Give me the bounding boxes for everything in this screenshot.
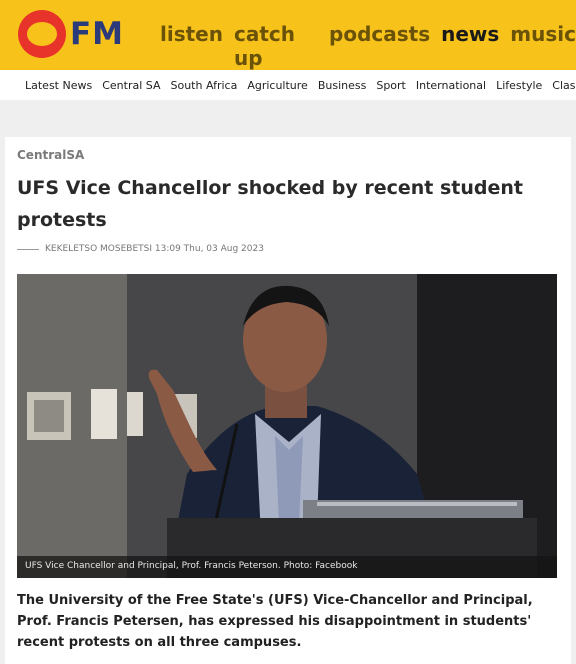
photo-caption-bar: UFS Vice Chancellor and Principal, Prof.…	[17, 556, 557, 578]
subnav-sport[interactable]: Sport	[376, 79, 406, 92]
nav-podcasts[interactable]: podcasts	[329, 22, 430, 70]
logo-o-mark	[18, 10, 66, 58]
subnav-central-sa[interactable]: Central SA	[102, 79, 160, 92]
nav-music[interactable]: music	[510, 22, 576, 70]
ofm-logo[interactable]: FM	[18, 8, 124, 60]
main-nav: listen catch up podcasts news music	[160, 22, 576, 70]
subnav-international[interactable]: International	[416, 79, 486, 92]
subnav-latest-news[interactable]: Latest News	[25, 79, 92, 92]
byline-rule	[17, 248, 39, 250]
byline-text: KEKELETSO MOSEBETSI 13:09 Thu, 03 Aug 20…	[45, 244, 264, 254]
nav-catch-up[interactable]: catch up	[234, 22, 318, 70]
subnav-lifestyle[interactable]: Lifestyle	[496, 79, 542, 92]
article-category[interactable]: CentralSA	[17, 148, 84, 162]
article-headline: UFS Vice Chancellor shocked by recent st…	[17, 177, 524, 231]
subnav-business[interactable]: Business	[318, 79, 367, 92]
photo-illustration	[17, 274, 557, 578]
article-byline: KEKELETSO MOSEBETSI 13:09 Thu, 03 Aug 20…	[17, 244, 264, 254]
nav-listen[interactable]: listen	[160, 22, 223, 70]
logo-text: FM	[70, 16, 125, 52]
subnav-south-africa[interactable]: South Africa	[170, 79, 237, 92]
subnav-agriculture[interactable]: Agriculture	[247, 79, 308, 92]
nav-news[interactable]: news	[441, 22, 499, 70]
subnav-classifieds[interactable]: Classifieds	[552, 79, 576, 92]
sub-nav: Latest News Central SA South Africa Agri…	[0, 70, 576, 100]
header-bar: FM listen catch up podcasts news music	[0, 0, 576, 70]
article-lead: The University of the Free State's (UFS)…	[17, 593, 533, 650]
photo-caption: UFS Vice Chancellor and Principal, Prof.…	[25, 561, 358, 571]
article-photo[interactable]: UFS Vice Chancellor and Principal, Prof.…	[17, 274, 557, 578]
